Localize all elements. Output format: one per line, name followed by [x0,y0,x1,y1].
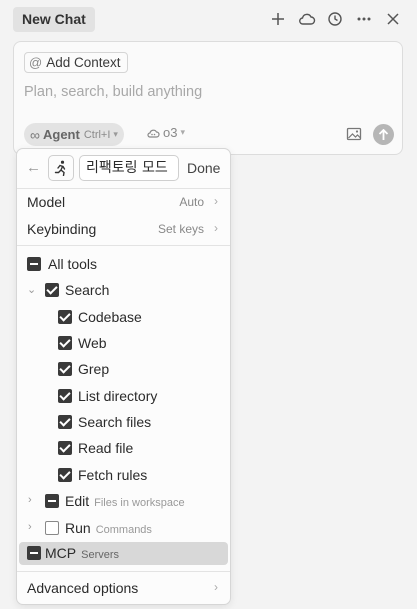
model-setting-row[interactable]: Model Auto › [17,189,230,215]
setting-value: Auto [179,195,204,209]
tool-checkbox[interactable] [58,310,72,324]
all-tools-label: All tools [48,256,98,272]
keybinding-setting-row[interactable]: Keybinding Set keys › [17,216,230,242]
mode-label: Agent [42,127,80,142]
tab-new-chat[interactable]: New Chat [13,7,95,32]
chevron-down-icon: ▾ [180,127,185,137]
tool-row-list-directory[interactable]: List directory [17,383,230,409]
all-tools-checkbox[interactable] [27,257,41,271]
edit-group-row[interactable]: › Edit Files in workspace [17,488,230,514]
back-arrow-icon[interactable]: ← [26,159,41,176]
mcp-checkbox[interactable] [27,546,41,560]
search-label: Search [65,282,110,298]
divider [17,245,230,246]
all-tools-row[interactable]: All tools [17,251,230,277]
chevron-right-icon[interactable]: › [28,494,32,506]
tool-label: List directory [78,388,158,404]
add-context-label: Add Context [46,55,121,70]
chevron-right-icon: › [214,194,218,208]
search-checkbox[interactable] [45,283,59,297]
prompt-input[interactable]: Plan, search, build anything [24,84,202,100]
setting-label: Model [27,194,66,210]
chat-composer[interactable]: @ Add Context Plan, search, build anythi… [13,41,403,155]
tool-label: Fetch rules [78,467,148,483]
mode-shortcut: Ctrl+I [83,128,111,141]
tool-label: Codebase [78,309,142,325]
divider [17,571,230,572]
close-icon[interactable] [383,9,403,29]
advanced-options-label: Advanced options [27,580,139,596]
chevron-right-icon: › [214,580,218,594]
add-context-button[interactable]: @ Add Context [24,52,128,73]
run-group-row[interactable]: › Run Commands [17,515,230,541]
running-icon [54,160,66,176]
edit-subtitle: Files in workspace [94,497,185,509]
tool-row-web[interactable]: Web [17,330,230,356]
tool-row-grep[interactable]: Grep [17,356,230,382]
tool-checkbox[interactable] [58,389,72,403]
model-icon [146,127,160,139]
tool-row-fetch-rules[interactable]: Fetch rules [17,462,230,488]
tool-row-read-file[interactable]: Read file [17,435,230,461]
run-checkbox[interactable] [45,521,59,535]
tool-row-search-files[interactable]: Search files [17,409,230,435]
mcp-title: MCP [45,545,77,561]
at-icon: @ [29,55,43,70]
run-label: Run Commands [65,520,152,536]
setting-label: Keybinding [27,221,97,237]
setting-value: Set keys [157,222,204,236]
chevron-down-icon[interactable]: ⌄ [27,283,36,296]
history-icon[interactable] [325,9,345,29]
arrow-up-icon [378,128,389,140]
tool-label: Search files [78,414,152,430]
model-label: o3 [163,125,178,140]
mode-name-input[interactable]: 리팩토링 모드 [79,155,179,181]
mode-icon-picker[interactable] [48,155,74,181]
edit-label: Edit Files in workspace [65,493,185,509]
search-group-row[interactable]: ⌄ Search [17,277,230,303]
infinity-icon: ∞ [30,126,40,143]
top-bar: New Chat [0,0,417,38]
mcp-servers-row[interactable]: MCP Servers [19,542,228,565]
tool-checkbox[interactable] [58,336,72,350]
mode-selector[interactable]: ∞ Agent Ctrl+I ▾ [24,123,124,146]
send-button[interactable] [373,124,394,145]
edit-checkbox[interactable] [45,494,59,508]
tool-label: Web [78,335,107,351]
more-icon[interactable] [354,9,374,29]
tool-label: Read file [78,440,134,456]
tool-row-codebase[interactable]: Codebase [17,304,230,330]
done-button[interactable]: Done [187,160,220,176]
run-title: Run [65,520,91,536]
edit-title: Edit [65,493,90,509]
tool-checkbox[interactable] [58,415,72,429]
tool-label: Grep [78,361,110,377]
advanced-options-row[interactable]: Advanced options › [17,575,230,601]
tool-checkbox[interactable] [58,468,72,482]
image-icon[interactable] [346,126,362,142]
chevron-down-icon: ▾ [113,129,118,139]
plus-icon[interactable] [268,9,288,29]
tool-checkbox[interactable] [58,441,72,455]
tool-checkbox[interactable] [58,362,72,376]
run-subtitle: Commands [95,524,152,536]
cloud-icon[interactable] [297,9,317,29]
mode-settings-panel: ← 리팩토링 모드 Done Model Auto › Keybinding S… [16,148,231,605]
mcp-label: MCP Servers [45,545,119,561]
chevron-right-icon[interactable]: › [28,521,32,533]
mcp-subtitle: Servers [81,549,120,561]
model-selector[interactable]: o3 ▾ [146,125,185,140]
chevron-right-icon: › [214,221,218,235]
